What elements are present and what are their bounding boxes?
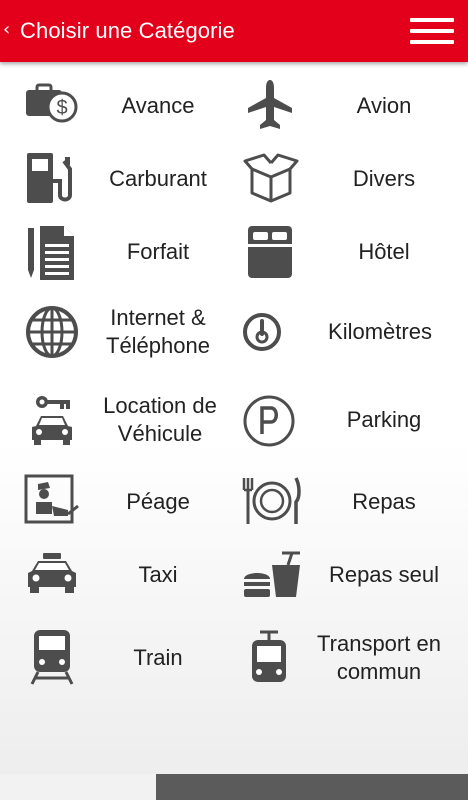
category-label: Repas seul xyxy=(328,562,440,587)
category-avion[interactable]: Avion xyxy=(234,72,468,140)
category-label: Hôtel xyxy=(358,239,410,264)
bottom-bar-left xyxy=(0,774,156,800)
category-label: Parking xyxy=(346,407,422,432)
category-hotel[interactable]: Hôtel xyxy=(234,218,468,286)
category-carburant[interactable]: Carburant xyxy=(0,145,234,213)
category-label: Train xyxy=(133,645,183,670)
category-train[interactable]: Train xyxy=(0,624,234,692)
category-taxi[interactable]: Taxi xyxy=(0,541,234,609)
category-label: Location de Véhicule xyxy=(103,393,217,446)
category-parking[interactable]: Parking xyxy=(234,386,468,454)
category-label: Avance xyxy=(121,93,195,118)
category-kilometres[interactable]: Kilomètres xyxy=(234,298,468,366)
category-transport-commun[interactable]: Transport en commun xyxy=(234,624,468,692)
category-label: Divers xyxy=(352,166,416,191)
category-label: Kilomètres xyxy=(328,319,432,344)
back-chevron-icon[interactable]: ‹ xyxy=(3,19,10,41)
cash-advance-icon: $ xyxy=(26,83,78,123)
page-title[interactable]: Choisir une Catégorie xyxy=(20,17,235,45)
category-label: Taxi xyxy=(138,562,178,587)
category-repas[interactable]: Repas xyxy=(234,468,468,536)
category-label: Transport en commun xyxy=(317,631,441,684)
globe-icon xyxy=(26,306,78,358)
taxi-icon xyxy=(28,553,76,593)
category-location-vehicule[interactable]: Location de Véhicule xyxy=(0,386,234,454)
plate-fork-knife-icon xyxy=(242,477,301,524)
category-forfait[interactable]: Forfait xyxy=(0,218,234,286)
category-peage[interactable]: Péage xyxy=(0,468,234,536)
fuel-pump-icon xyxy=(27,153,72,203)
airplane-icon xyxy=(248,80,292,129)
category-label: Péage xyxy=(126,489,190,514)
category-label: Carburant xyxy=(109,166,207,191)
fast-food-icon xyxy=(244,551,300,597)
train-icon xyxy=(30,630,74,685)
svg-text:$: $ xyxy=(56,97,67,119)
hotel-bed-icon xyxy=(248,226,292,278)
category-internet-telephone[interactable]: Internet & Téléphone xyxy=(0,298,234,366)
category-label: Repas xyxy=(352,489,416,514)
category-label: Forfait xyxy=(126,239,190,264)
gauge-icon xyxy=(243,313,281,351)
category-divers[interactable]: Divers xyxy=(234,145,468,213)
category-repas-seul[interactable]: Repas seul xyxy=(234,541,468,609)
category-avance[interactable]: $ Avance xyxy=(0,72,234,140)
tram-icon xyxy=(252,630,286,682)
toll-booth-icon xyxy=(24,474,79,524)
app-header: ‹ Choisir une Catégorie xyxy=(0,0,468,62)
car-key-icon xyxy=(32,396,72,445)
category-label: Avion xyxy=(356,93,412,118)
bottom-bar-right xyxy=(156,774,468,800)
document-icon xyxy=(28,226,74,280)
open-box-icon xyxy=(243,153,299,203)
category-label: Internet & Téléphone xyxy=(106,305,210,358)
hamburger-menu-icon[interactable] xyxy=(410,18,454,44)
parking-icon xyxy=(243,395,295,447)
